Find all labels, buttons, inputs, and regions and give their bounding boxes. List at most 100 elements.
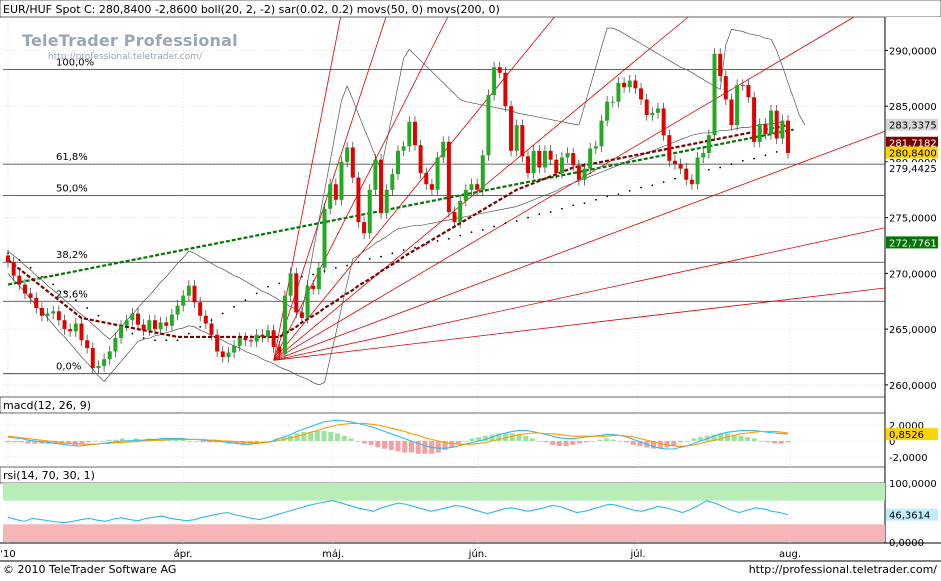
sar-point (255, 292, 258, 295)
candle-down (554, 159, 559, 174)
chart-window: { "header": { "main": "EUR/HUF Spot C: 2… (0, 0, 941, 581)
candle-down (520, 125, 525, 157)
candle-up (701, 152, 706, 158)
x-tick-label: máj. (322, 548, 344, 560)
sar-point (606, 195, 609, 198)
candle-down (786, 120, 790, 153)
candle-up (367, 189, 372, 234)
sar-point (278, 282, 281, 285)
candle-down (62, 320, 67, 330)
candle-down (79, 323, 84, 341)
macd-histogram-bar-negative (630, 441, 636, 445)
candle-down (633, 80, 638, 89)
candle-up (559, 157, 564, 174)
macd-histogram-bar-positive (597, 439, 603, 441)
candle-down (678, 164, 683, 169)
sar-point (346, 264, 349, 267)
candle-up (480, 155, 485, 190)
macd-histogram-bar-positive (193, 441, 199, 442)
sar-point (301, 275, 303, 278)
macd-histogram-bar-negative (677, 441, 683, 443)
sar-point (176, 339, 179, 342)
macd-histogram-bar-negative (408, 441, 414, 453)
sar-point (515, 220, 518, 222)
candle-up (113, 338, 118, 352)
candle-up (51, 311, 56, 314)
macd-histogram-bar-positive (745, 437, 751, 441)
sar-point (63, 291, 66, 294)
candle-down (729, 99, 734, 126)
macd-histogram-bar-negative (583, 441, 589, 443)
candle-down (644, 99, 649, 116)
macd-histogram-bar-negative (388, 441, 394, 450)
candle-down (509, 106, 514, 151)
candle-down (198, 302, 203, 316)
candle-up (441, 141, 446, 158)
sar-point (764, 154, 767, 157)
fibonacci-level-label: 50,0% (56, 183, 88, 194)
candle-up (780, 120, 785, 139)
macd-histogram-bar-negative (12, 441, 18, 443)
candle-up (582, 168, 587, 180)
candle-down (299, 312, 304, 318)
candle-down (68, 329, 73, 332)
footer-url[interactable]: http://professional.teletrader.com/ (749, 563, 937, 576)
candle-up (610, 101, 615, 103)
sar-point (583, 202, 586, 205)
price-y-tick-label: 265,0000 (889, 325, 937, 336)
sar-point (640, 186, 642, 189)
candle-down (215, 334, 220, 352)
macd-histogram-bar-positive (523, 435, 529, 441)
candle-down (260, 334, 265, 337)
candle-down (503, 72, 508, 107)
macd-histogram-bar-positive (758, 441, 764, 442)
macd-histogram-bar-negative (550, 441, 556, 445)
candle-down (752, 97, 757, 142)
candle-down (362, 222, 367, 234)
sar-point (86, 307, 89, 309)
price-y-tick-label: 260,0000 (889, 381, 937, 392)
macd-histogram-bar-negative (25, 441, 31, 444)
candle-down (220, 351, 225, 357)
macd-histogram-bar-positive (462, 441, 468, 442)
macd-histogram-bar-positive (617, 441, 623, 442)
candle-up (181, 295, 186, 306)
candle-down (17, 275, 22, 285)
candle-down (192, 285, 197, 303)
candle-down (136, 313, 140, 325)
candle-up (435, 157, 440, 190)
macd-histogram-bar-positive (334, 433, 340, 441)
sar-point (142, 337, 145, 339)
candle-up (401, 146, 406, 151)
candle-down (446, 141, 451, 213)
candle-down (28, 293, 33, 298)
sar-point (651, 184, 654, 187)
candle-up (396, 150, 400, 175)
sar-point (594, 198, 597, 201)
macd-histogram-bar-positive (529, 438, 535, 441)
macd-histogram-bar-positive (348, 438, 354, 441)
candle-up (486, 95, 491, 156)
sar-point (775, 150, 778, 153)
candle-up (463, 189, 468, 201)
macd-histogram-bar-positive (187, 441, 193, 442)
candle-down (209, 323, 214, 335)
candle-up (650, 112, 655, 116)
sar-point (368, 257, 371, 260)
macd-histogram-bar-positive (610, 439, 616, 441)
candle-up (186, 285, 191, 296)
candle-up (593, 146, 598, 149)
macd-histogram-bar-positive (355, 441, 361, 442)
candle-down (141, 324, 146, 331)
candle-up (175, 305, 180, 315)
candle-up (254, 334, 259, 342)
sar-point (549, 211, 552, 213)
macd-histogram-bar-negative (361, 441, 367, 444)
candle-down (576, 165, 581, 180)
candle-up (740, 84, 745, 86)
macd-header-bar (0, 396, 941, 414)
price-panel-header: EUR/HUF Spot C: 280,8400 -2,8600 boll(20… (3, 3, 500, 16)
sar-point (617, 193, 620, 196)
sar-point (131, 332, 134, 335)
candle-down (689, 179, 694, 185)
